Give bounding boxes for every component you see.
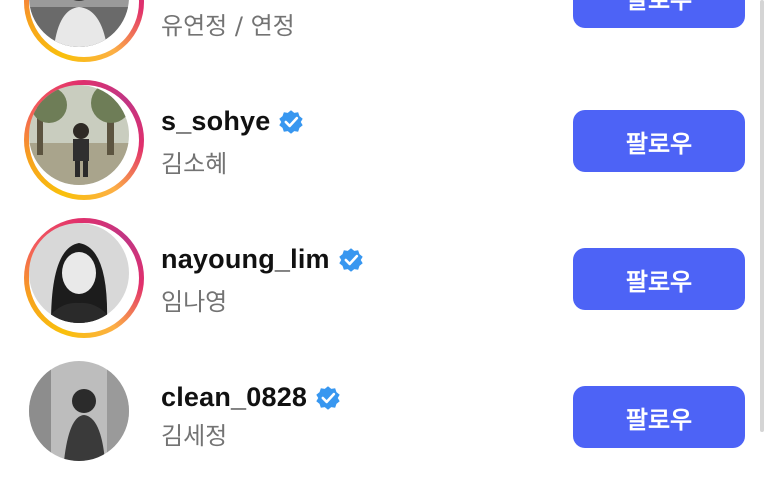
list-item: 유연정 / 연정 팔로우 — [0, 0, 758, 70]
follow-button[interactable]: 팔로우 — [573, 110, 745, 172]
username-line: clean_0828 — [161, 382, 341, 413]
avatar-wrapper[interactable] — [24, 356, 144, 476]
follow-button[interactable]: 팔로우 — [573, 386, 745, 448]
follow-button[interactable]: 팔로우 — [573, 0, 745, 28]
avatar[interactable] — [29, 361, 129, 461]
story-ring[interactable] — [24, 80, 144, 200]
verified-badge-icon — [339, 247, 363, 272]
verified-badge-icon — [316, 385, 340, 410]
account-full-name: 김세정 — [161, 422, 228, 450]
avatar[interactable] — [29, 85, 129, 185]
account-full-name: 유연정 / 연정 — [161, 12, 295, 40]
username-line: nayoung_lim — [161, 244, 364, 275]
list-item: clean_0828 김세정 팔로우 — [0, 346, 758, 484]
follow-button[interactable]: 팔로우 — [573, 248, 745, 310]
scrollbar[interactable] — [760, 0, 764, 432]
list-item: s_sohye 김소혜 팔로우 — [0, 70, 758, 208]
story-ring[interactable] — [24, 0, 144, 62]
username-line: s_sohye — [161, 106, 304, 137]
suggested-accounts-list: 유연정 / 연정 팔로우 s_sohye 김소혜 팔로우 nayoung_lim — [0, 0, 758, 461]
account-username[interactable]: nayoung_lim — [161, 244, 330, 275]
avatar[interactable] — [29, 223, 129, 323]
account-full-name: 임나영 — [161, 288, 228, 316]
account-username[interactable]: s_sohye — [161, 106, 270, 137]
list-item: nayoung_lim 임나영 팔로우 — [0, 208, 758, 346]
account-username[interactable]: clean_0828 — [161, 382, 307, 413]
account-full-name: 김소혜 — [161, 150, 228, 178]
story-ring[interactable] — [24, 218, 144, 338]
verified-badge-icon — [279, 109, 304, 134]
